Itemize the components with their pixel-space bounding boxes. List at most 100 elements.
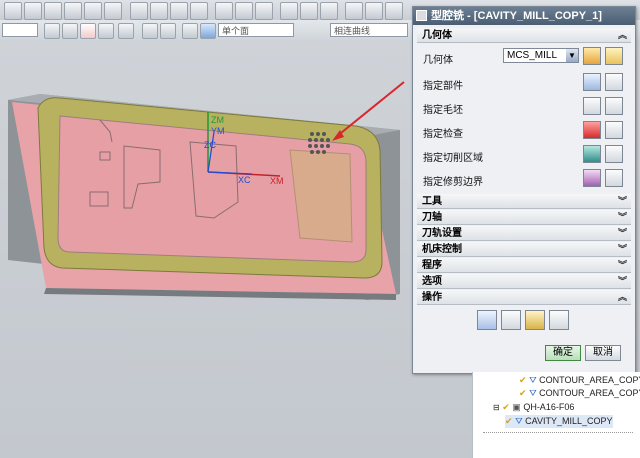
toolbar-button[interactable] [44, 2, 62, 20]
chevron-down-icon: ︾ [617, 244, 627, 254]
toolbar-button[interactable] [84, 2, 102, 20]
curve-rule-dropdown[interactable]: 相连曲线 [330, 23, 408, 37]
row-label: 指定毛坯 [423, 105, 463, 116]
cavity-mill-dialog: 型腔铣 - [CAVITY_MILL_COPY_1] 几何体 ︽ 几何体 MCS… [412, 6, 636, 374]
specify-trim-boundary-icon[interactable] [583, 169, 601, 187]
verify-path-icon[interactable] [525, 310, 545, 330]
check-icon: ✔ [502, 402, 510, 412]
filter-dropdown[interactable] [2, 23, 38, 37]
flashlight-icon[interactable] [605, 169, 623, 187]
operation-icon: ⛛ [515, 416, 523, 426]
toolbar-button[interactable] [320, 2, 338, 20]
tree-item[interactable]: ✔ ⛛ CAVITY_MILL_COPY [505, 415, 613, 428]
face-rule-dropdown[interactable]: 单个面 [218, 23, 294, 37]
zc-label: ZC [204, 140, 216, 150]
toolbar-button[interactable] [130, 2, 148, 20]
redo-icon[interactable] [118, 23, 134, 39]
toolbar-button[interactable] [104, 2, 122, 20]
program-section-header[interactable]: 程序 ︾ [417, 258, 631, 273]
snap-icon[interactable] [62, 23, 78, 39]
undo-icon[interactable] [98, 23, 114, 39]
chevron-down-icon: ︾ [617, 260, 627, 270]
toolbar-button[interactable] [24, 2, 42, 20]
check-icon: ✔ [505, 416, 513, 426]
geometry-label: 几何体 [423, 55, 453, 66]
chevron-down-icon: ︾ [617, 228, 627, 238]
chevron-down-icon: ▼ [566, 49, 578, 62]
flashlight-icon[interactable] [605, 73, 623, 91]
toolbar-button[interactable] [4, 2, 22, 20]
actions-section-header[interactable]: 操作 ︽ [417, 290, 631, 305]
operation-icon: ⛛ [529, 388, 537, 398]
filter-icon[interactable] [160, 23, 176, 39]
generate-path-icon[interactable] [477, 310, 497, 330]
row-label: 指定修剪边界 [423, 177, 483, 188]
toolbar-button[interactable] [190, 2, 208, 20]
specify-part-icon[interactable] [583, 73, 601, 91]
select-icon[interactable] [44, 23, 60, 39]
target-icon[interactable] [142, 23, 158, 39]
list-path-icon[interactable] [549, 310, 569, 330]
point-icon[interactable] [80, 23, 96, 39]
chevron-down-icon: ︾ [617, 276, 627, 286]
tree-item-label: QH-A16-F06 [523, 402, 575, 412]
toolbar-button[interactable] [385, 2, 403, 20]
toolbar-button[interactable] [365, 2, 383, 20]
ok-button[interactable]: 确定 [545, 345, 581, 361]
geometry-value: MCS_MILL [507, 50, 558, 61]
toolbar-button[interactable] [64, 2, 82, 20]
specify-check-icon[interactable] [583, 121, 601, 139]
section-label: 选项 [422, 276, 442, 287]
operation-navigator: ✔ ⛛ CONTOUR_AREA_COPY ✔ ⛛ CONTOUR_AREA_C… [472, 372, 640, 458]
machine-control-section-header[interactable]: 机床控制 ︾ [417, 242, 631, 257]
replay-path-icon[interactable] [501, 310, 521, 330]
geometry-section-header[interactable]: 几何体 ︽ [417, 28, 631, 43]
row-label: 指定切削区域 [423, 153, 483, 164]
options-section-header[interactable]: 选项 ︾ [417, 274, 631, 289]
toolbar-button[interactable] [280, 2, 298, 20]
wrench-icon[interactable] [605, 47, 623, 65]
lasso-icon[interactable] [182, 23, 198, 39]
tree-item[interactable]: ⊟ ✔ ▣ QH-A16-F06 [493, 401, 574, 414]
section-label: 几何体 [422, 30, 452, 41]
section-label: 刀轴 [422, 212, 442, 223]
path-settings-section-header[interactable]: 刀轨设置 ︾ [417, 226, 631, 241]
chevron-up-icon: ︽ [617, 292, 627, 302]
toolbar-button[interactable] [170, 2, 188, 20]
row-label: 指定部件 [423, 81, 463, 92]
check-icon: ✔ [519, 388, 527, 398]
tree-item[interactable]: ✔ ⛛ CONTOUR_AREA_COPY [519, 387, 640, 400]
chevron-down-icon: ︾ [617, 212, 627, 222]
toolbar-button[interactable] [215, 2, 233, 20]
section-label: 操作 [422, 292, 442, 303]
tree-item-label: CONTOUR_AREA_COPY [539, 388, 640, 398]
xc-label: XC [238, 175, 251, 185]
row-label: 指定检查 [423, 129, 463, 140]
geometry-new-button[interactable] [583, 47, 601, 65]
toolbar-button[interactable] [300, 2, 318, 20]
tool-section-header[interactable]: 工具 ︾ [417, 194, 631, 209]
toolbar-button[interactable] [345, 2, 363, 20]
divider [483, 432, 633, 433]
cube-icon[interactable] [200, 23, 216, 39]
dialog-title: 型腔铣 - [CAVITY_MILL_COPY_1] [431, 10, 602, 22]
specify-blank-icon[interactable] [583, 97, 601, 115]
dialog-title-bar[interactable]: 型腔铣 - [CAVITY_MILL_COPY_1] [413, 7, 635, 25]
tree-item[interactable]: ✔ ⛛ CONTOUR_AREA_COPY [519, 374, 640, 387]
flashlight-icon[interactable] [605, 145, 623, 163]
tool-axis-section-header[interactable]: 刀轴 ︾ [417, 210, 631, 225]
section-label: 机床控制 [422, 244, 462, 255]
toolbar-button[interactable] [150, 2, 168, 20]
chevron-down-icon: ︾ [617, 196, 627, 206]
flashlight-icon[interactable] [605, 97, 623, 115]
section-label: 刀轨设置 [422, 228, 462, 239]
collapse-icon[interactable]: ⊟ [493, 403, 500, 412]
specify-cut-area-icon[interactable] [583, 145, 601, 163]
flashlight-icon[interactable] [605, 121, 623, 139]
cancel-button[interactable]: 取消 [585, 345, 621, 361]
check-icon: ✔ [519, 375, 527, 385]
geometry-select[interactable]: MCS_MILL ▼ [503, 48, 579, 63]
toolbar-button[interactable] [235, 2, 253, 20]
folder-icon: ▣ [512, 402, 521, 412]
toolbar-button[interactable] [255, 2, 273, 20]
